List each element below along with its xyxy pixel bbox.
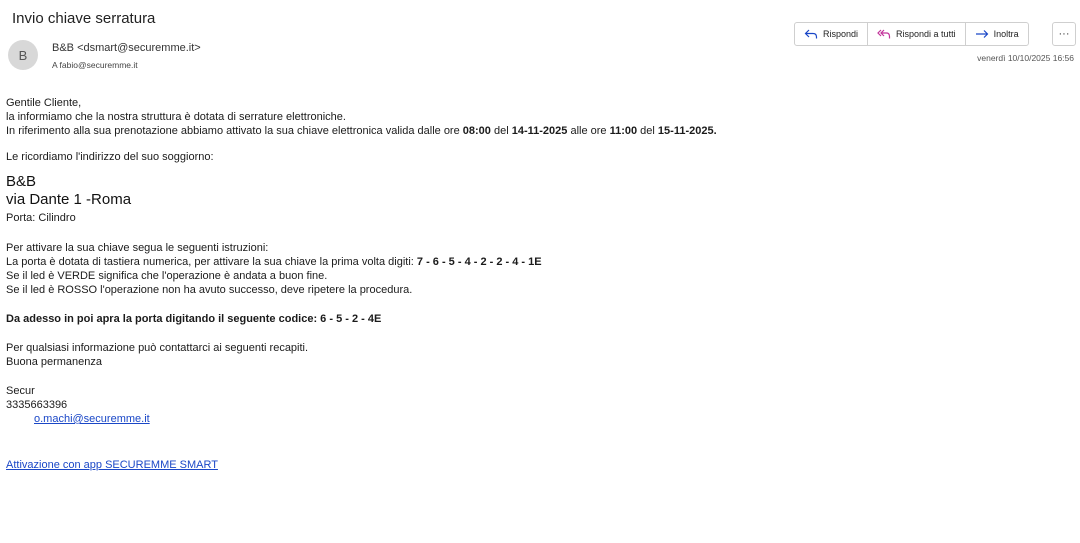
- forward-label: Inoltra: [993, 29, 1019, 39]
- instructions-intro: Per attivare la sua chiave segua le segu…: [6, 242, 269, 254]
- reply-all-button[interactable]: Rispondi a tutti: [867, 23, 965, 45]
- recipient-address[interactable]: A fabio@securemme.it: [52, 60, 138, 70]
- message-date: venerdì 10/10/2025 16:56: [977, 53, 1074, 63]
- activation-instruction: La porta è dotata di tastiera numerica, …: [6, 256, 542, 268]
- forward-icon: [975, 30, 988, 38]
- door-type: Porta: Cilindro: [6, 212, 76, 224]
- contact-intro: Per qualsiasi informazione può contattar…: [6, 342, 309, 354]
- signature-phone: 3335663396: [6, 399, 68, 411]
- forward-button[interactable]: Inoltra: [964, 23, 1028, 45]
- email-subject: Invio chiave serratura: [12, 10, 156, 27]
- address-name: B&B: [6, 173, 37, 190]
- reply-all-label: Rispondi a tutti: [896, 29, 956, 39]
- farewell: Buona permanenza: [6, 356, 103, 368]
- body-line-key-validity: In riferimento alla sua prenotazione abb…: [6, 125, 717, 137]
- address-intro: Le ricordiamo l'indirizzo del suo soggio…: [6, 151, 214, 163]
- signature-email-link[interactable]: o.machi@securemme.it: [34, 413, 150, 425]
- signature-name: Secur: [6, 385, 35, 397]
- app-activation-link[interactable]: Attivazione con app SECUREMME SMART: [6, 459, 218, 471]
- message-actions: Rispondi Rispondi a tutti Inoltra: [794, 22, 1029, 46]
- reply-label: Rispondi: [823, 29, 859, 39]
- body-line-electronic-locks: la informiamo che la nostra struttura è …: [6, 111, 346, 123]
- activation-code: 7 - 6 - 5 - 4 - 2 - 2 - 4 - 1E: [416, 256, 542, 268]
- reply-icon: [804, 29, 818, 39]
- reply-button[interactable]: Rispondi: [795, 23, 867, 45]
- more-actions-button[interactable]: ···: [1052, 22, 1076, 46]
- message-body: Gentile Cliente, la informiamo che la no…: [6, 96, 1066, 472]
- sender-avatar: B: [8, 40, 38, 70]
- led-green-note: Se il led è VERDE significa che l'operaz…: [6, 270, 328, 282]
- sender-address[interactable]: B&B <dsmart@securemme.it>: [52, 42, 201, 54]
- greeting: Gentile Cliente,: [6, 97, 82, 109]
- led-red-note: Se il led è ROSSO l'operazione non ha av…: [6, 284, 413, 296]
- door-code-line: Da adesso in poi apra la porta digitando…: [6, 313, 382, 325]
- address-street: via Dante 1 -Roma: [6, 191, 132, 208]
- reply-all-icon: [877, 29, 891, 39]
